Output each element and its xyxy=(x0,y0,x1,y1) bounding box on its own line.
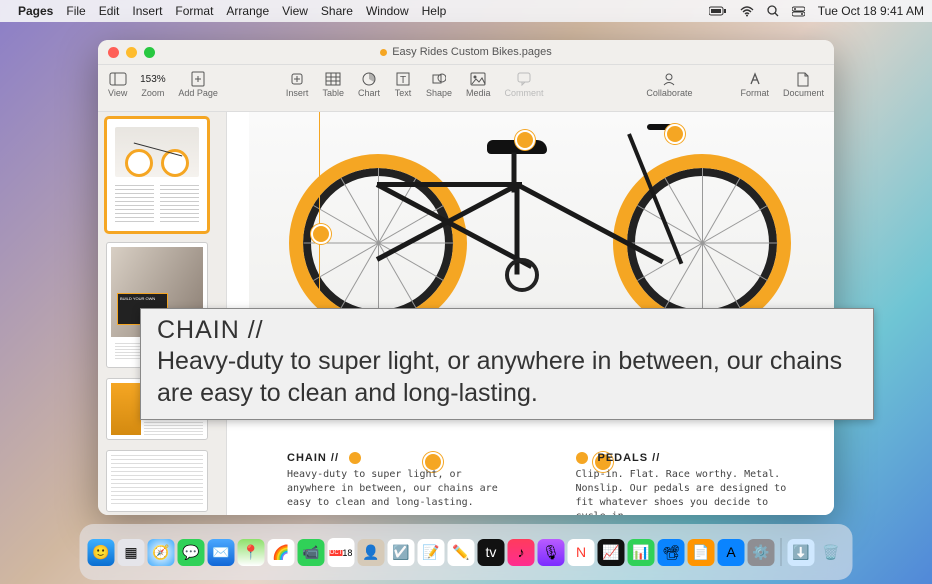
menu-edit[interactable]: Edit xyxy=(99,4,120,18)
callout-marker[interactable] xyxy=(515,130,535,150)
toolbar: View 153%Zoom Add Page Insert Table Char… xyxy=(98,65,834,112)
chart-button[interactable]: Chart xyxy=(358,69,380,98)
dock-launchpad[interactable]: ▦ xyxy=(118,539,145,566)
collaborate-button[interactable]: Collaborate xyxy=(646,69,692,98)
dock-photos[interactable]: 🌈 xyxy=(268,539,295,566)
dock-maps[interactable]: 📍 xyxy=(238,539,265,566)
menu-insert[interactable]: Insert xyxy=(132,4,162,18)
dock-podcasts[interactable]: 🎙 xyxy=(538,539,565,566)
close-button[interactable] xyxy=(108,47,119,58)
spotlight-icon[interactable] xyxy=(767,5,779,17)
table-button[interactable]: Table xyxy=(322,69,344,98)
wifi-icon[interactable] xyxy=(740,6,754,17)
window-title: Easy Rides Custom Bikes.pages xyxy=(98,46,834,58)
dock-freeform[interactable]: ✏️ xyxy=(448,539,475,566)
body-text: Heavy-duty to super light, or anywhere i… xyxy=(287,468,506,510)
menu-share[interactable]: Share xyxy=(321,4,353,18)
column-chain[interactable]: CHAIN // Heavy-duty to super light, or a… xyxy=(287,452,506,515)
insert-button[interactable]: Insert xyxy=(286,69,309,98)
titlebar: Easy Rides Custom Bikes.pages xyxy=(98,40,834,65)
dock-tv[interactable]: tv xyxy=(478,539,505,566)
dock-appstore[interactable]: A xyxy=(718,539,745,566)
dock-facetime[interactable]: 📹 xyxy=(298,539,325,566)
heading: PEDALS // xyxy=(598,452,661,464)
menu-window[interactable]: Window xyxy=(366,4,409,18)
edited-badge xyxy=(380,49,387,56)
pages-window: Easy Rides Custom Bikes.pages View 153%Z… xyxy=(98,40,834,515)
dock-notes[interactable]: 📝 xyxy=(418,539,445,566)
dock-finder[interactable]: 🙂 xyxy=(88,539,115,566)
menu-format[interactable]: Format xyxy=(175,4,213,18)
dock-messages[interactable]: 💬 xyxy=(178,539,205,566)
fullscreen-button[interactable] xyxy=(144,47,155,58)
desktop: Pages File Edit Insert Format Arrange Vi… xyxy=(0,0,932,584)
hover-heading: CHAIN // xyxy=(157,315,857,346)
menubar: Pages File Edit Insert Format Arrange Vi… xyxy=(0,0,932,22)
dock-trash[interactable]: 🗑️ xyxy=(818,539,845,566)
thumbnail-page-4[interactable]: 4 xyxy=(106,450,208,512)
heading: CHAIN // xyxy=(287,452,339,464)
add-page-button[interactable]: Add Page xyxy=(178,69,218,98)
clock[interactable]: Tue Oct 18 9:41 AM xyxy=(818,4,924,18)
menu-arrange[interactable]: Arrange xyxy=(226,4,269,18)
callout-marker[interactable] xyxy=(311,224,331,244)
dock-separator xyxy=(781,538,782,566)
comment-button: Comment xyxy=(505,69,544,98)
dock-stocks[interactable]: 📈 xyxy=(598,539,625,566)
dock-mail[interactable]: ✉️ xyxy=(208,539,235,566)
svg-text:T: T xyxy=(400,75,406,86)
hover-text-popup: CHAIN // Heavy-duty to super light, or a… xyxy=(140,308,874,420)
view-button[interactable]: View xyxy=(108,69,127,98)
format-button[interactable]: Format xyxy=(740,69,769,98)
callout-line xyxy=(319,112,320,322)
thumbnail-page-1[interactable]: 1 xyxy=(106,118,208,232)
body-text: Clip-in. Flat. Race worthy. Metal. Nonsl… xyxy=(576,468,795,515)
marker-icon xyxy=(576,452,588,464)
text-columns: CHAIN // Heavy-duty to super light, or a… xyxy=(287,452,794,515)
app-menu[interactable]: Pages xyxy=(18,4,53,18)
media-button[interactable]: Media xyxy=(466,69,491,98)
dock-pages[interactable]: 📄 xyxy=(688,539,715,566)
column-pedals[interactable]: PEDALS // Clip-in. Flat. Race worthy. Me… xyxy=(576,452,795,515)
marker-icon xyxy=(349,452,361,464)
dock-news[interactable]: N xyxy=(568,539,595,566)
hover-body: Heavy-duty to super light, or anywhere i… xyxy=(157,346,857,409)
dock-safari[interactable]: 🧭 xyxy=(148,539,175,566)
dock-contacts[interactable]: 👤 xyxy=(358,539,385,566)
menu-file[interactable]: File xyxy=(66,4,85,18)
menu-view[interactable]: View xyxy=(282,4,308,18)
dock: 🙂 ▦ 🧭 💬 ✉️ 📍 🌈 📹 OCT18 👤 ☑️ 📝 ✏️ tv ♪ 🎙 … xyxy=(80,524,853,580)
dock-calendar[interactable]: OCT18 xyxy=(328,538,355,567)
battery-icon[interactable] xyxy=(709,6,727,16)
dock-reminders[interactable]: ☑️ xyxy=(388,539,415,566)
dock-keynote[interactable]: 📽 xyxy=(658,539,685,566)
dock-music[interactable]: ♪ xyxy=(508,539,535,566)
zoom-dropdown[interactable]: 153%Zoom xyxy=(141,69,164,98)
dock-numbers[interactable]: 📊 xyxy=(628,539,655,566)
control-center-icon[interactable] xyxy=(792,6,805,17)
dock-downloads[interactable]: ⬇️ xyxy=(788,539,815,566)
menu-help[interactable]: Help xyxy=(422,4,447,18)
dock-settings[interactable]: ⚙️ xyxy=(748,539,775,566)
text-button[interactable]: TText xyxy=(394,69,412,98)
minimize-button[interactable] xyxy=(126,47,137,58)
document-button[interactable]: Document xyxy=(783,69,824,98)
shape-button[interactable]: Shape xyxy=(426,69,452,98)
callout-marker[interactable] xyxy=(665,124,685,144)
